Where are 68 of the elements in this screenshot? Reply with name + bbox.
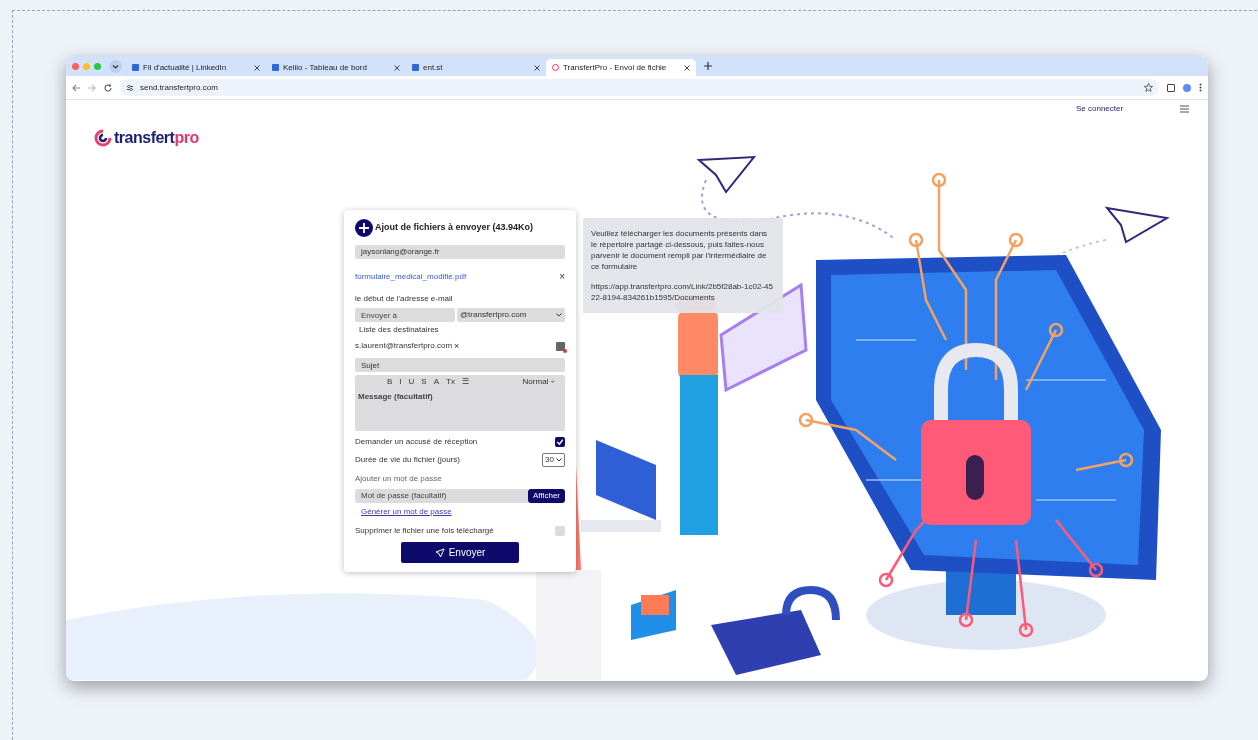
- sender-email-field[interactable]: jaysonlang@orange.fr: [355, 245, 565, 259]
- remove-file-button[interactable]: ×: [559, 272, 565, 282]
- format-button[interactable]: ☰: [461, 377, 469, 386]
- url-text: send.transfertpro.com: [140, 81, 219, 94]
- generate-password-link[interactable]: Générer un mot de passe: [361, 506, 565, 518]
- browser-tab[interactable]: Keliio - Tableau de bord: [266, 59, 406, 76]
- note-text: Veuillez télécharger les documents présents dans le répertoire partagé ci-dessous, puis faites-nous parvenir le document rempli par l'intermédiaire de ce formulaire: [591, 228, 769, 272]
- file-link[interactable]: formulaire_medical_modifié.pdf: [355, 271, 467, 283]
- profile-icon[interactable]: [1183, 83, 1191, 92]
- receipt-checkbox[interactable]: [555, 437, 565, 447]
- logo-icon: [94, 129, 112, 147]
- back-icon[interactable]: [72, 83, 80, 92]
- bookmark-star-icon[interactable]: [1144, 83, 1153, 92]
- browser-tab[interactable]: ent.st: [406, 59, 546, 76]
- format-button[interactable]: A: [433, 377, 440, 386]
- tab-title: ent.st: [423, 61, 444, 74]
- close-tab-icon[interactable]: [684, 64, 690, 71]
- message-placeholder: Message (facultatif): [357, 391, 434, 403]
- close-tab-icon[interactable]: [394, 64, 400, 71]
- browser-tab[interactable]: Fil d'actualité | LinkedIn: [126, 59, 266, 76]
- login-link[interactable]: Se connecter: [1076, 103, 1124, 115]
- option-label: Demander un accusé de réception: [355, 436, 478, 448]
- address-book-icon[interactable]: [556, 341, 565, 351]
- reload-icon[interactable]: [104, 83, 112, 92]
- delete-option-label: Supprimer le fichier une fois téléchargé: [355, 525, 494, 537]
- tab-favicon-icon: [412, 64, 419, 71]
- logo-text[interactable]: transfertpro: [114, 126, 199, 150]
- address-bar[interactable]: send.transfertpro.com: [120, 79, 1159, 96]
- domain-select[interactable]: @transfertpro.com: [457, 308, 565, 322]
- delete-after-download-checkbox[interactable]: [555, 526, 565, 536]
- format-button[interactable]: U: [408, 377, 415, 386]
- recipient-label: le début de l'adresse e-mail: [355, 293, 454, 305]
- remove-recipient-button[interactable]: ×: [454, 341, 460, 351]
- site-info-icon[interactable]: [126, 83, 134, 92]
- new-tab-icon[interactable]: [704, 62, 712, 70]
- option-label: Durée de vie du fichier (jours): [355, 454, 460, 466]
- tab-list-button[interactable]: [109, 59, 122, 73]
- tab-favicon-icon: [132, 64, 139, 71]
- tab-title: Keliio - Tableau de bord: [283, 61, 368, 74]
- add-file-button[interactable]: [355, 219, 373, 237]
- extensions-icon[interactable]: [1167, 83, 1175, 92]
- message-editor[interactable]: B I U S A Tx ☰ Normal ÷ Message (facultatif): [355, 375, 565, 431]
- password-field[interactable]: Mot de passe (facultatif): [355, 489, 528, 503]
- chevron-down-icon: [556, 458, 562, 462]
- close-tab-icon[interactable]: [254, 64, 260, 71]
- tab-title: TransfertPro - Envoi de fichie: [563, 61, 668, 74]
- shared-folder-link[interactable]: https://app.transfertpro.com/Link/2b5f28ab-1c02-4522-8194-834261b1595/Documents: [591, 281, 775, 303]
- browser-menu-icon[interactable]: [1199, 83, 1202, 92]
- subject-field[interactable]: Sujet: [355, 358, 565, 372]
- browser-tab[interactable]: TransfertPro - Envoi de fichie: [546, 59, 696, 76]
- close-tab-icon[interactable]: [534, 64, 540, 71]
- paper-plane-icon: [434, 547, 445, 558]
- recipients-label: Liste des destinataires: [359, 324, 440, 336]
- chevron-down-icon: [556, 313, 562, 317]
- format-button[interactable]: B: [387, 377, 393, 386]
- form-title: Ajout de fichiers à envoyer (43.94Ko): [375, 221, 534, 235]
- text-style-select[interactable]: Normal ÷: [522, 375, 555, 388]
- format-button[interactable]: Tx: [446, 377, 455, 386]
- show-password-button[interactable]: Afficher: [528, 489, 565, 503]
- recipient-email: s.laurent@transfertpro.com: [355, 340, 453, 352]
- format-button[interactable]: I: [399, 377, 402, 386]
- password-label: Ajouter un mot de passe: [355, 473, 443, 485]
- lifetime-select[interactable]: 30: [542, 453, 565, 467]
- tab-title: Fil d'actualité | LinkedIn: [143, 61, 228, 74]
- format-button[interactable]: S: [421, 377, 427, 386]
- recipient-field[interactable]: Envoyer à: [355, 308, 455, 322]
- tab-favicon-icon: [272, 64, 279, 71]
- send-button[interactable]: Envoyer: [401, 542, 519, 563]
